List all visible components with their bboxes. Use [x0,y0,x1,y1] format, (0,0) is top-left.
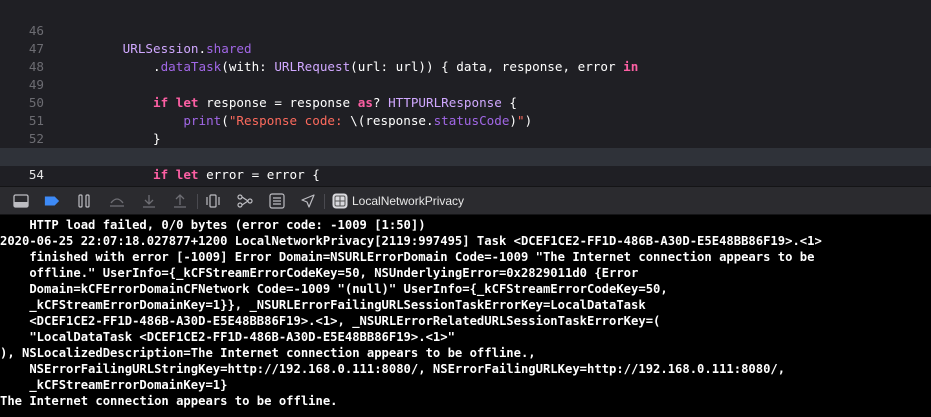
code-line[interactable]: 48 [0,40,931,74]
run-target-label[interactable]: LocalNetworkPrivacy [352,193,464,209]
code-line[interactable]: 49 if let response = response as? HTTPUR… [0,58,931,110]
console-line: The Internet connection appears to be of… [0,394,338,408]
environment-overrides-icon[interactable] [269,193,285,209]
code-line[interactable]: 55 } [0,166,931,186]
debug-view-hierarchy-icon[interactable] [205,193,221,209]
code-line[interactable]: 52 [0,112,931,146]
pause-icon[interactable] [76,193,92,209]
code-line[interactable]: 53 if let error = error { [0,130,931,182]
source-editor[interactable]: 46 URLSession.shared 47 .dataTask(with: … [0,0,931,186]
hide-debug-area-icon[interactable] [13,193,29,209]
console-line: _kCFStreamErrorDomainKey=1}}, _NSURLErro… [0,298,646,312]
debug-console[interactable]: HTTP load failed, 0/0 bytes (error code:… [0,215,931,417]
debug-bar: LocalNetworkPrivacy [0,186,931,215]
breakpoints-toggle-icon[interactable] [44,193,60,209]
code-line[interactable]: 46 URLSession.shared [0,4,931,56]
console-line: _kCFStreamErrorDomainKey=1} [0,378,228,392]
console-line: <DCEF1CE2-FF1D-486B-A30D-E5E48BB86F19>.<… [0,314,661,328]
debug-memory-graph-icon[interactable] [237,193,253,209]
console-line: finished with error [-1009] Error Domain… [0,250,815,264]
simulate-location-icon[interactable] [300,193,316,209]
console-line: HTTP load failed, 0/0 bytes (error code:… [0,218,426,232]
console-line: NSErrorFailingURLStringKey=http://192.16… [0,362,786,376]
code-line[interactable]: 50 print("Response code: \(response.stat… [0,76,931,128]
console-line: 2020-06-25 22:07:18.027877+1200 LocalNet… [0,234,822,248]
step-over-icon[interactable] [109,193,125,209]
console-line: Domain=kCFErrorDomainCFNetwork Code=-100… [0,282,668,296]
console-line: ), NSLocalizedDescription=The Internet c… [0,346,536,360]
step-out-icon[interactable] [172,193,188,209]
console-line: offline." UserInfo={_kCFStreamErrorCodeK… [0,266,639,280]
app-target-icon[interactable] [332,193,348,209]
code-line[interactable]: 51 } [0,94,931,146]
current-code-line[interactable]: 54 print(error.localizedDescription) [0,148,931,186]
step-into-icon[interactable] [141,193,157,209]
toolbar-separator [197,194,198,209]
toolbar-separator [324,194,325,209]
code-line[interactable]: 47 .dataTask(with: URLRequest(url: url))… [0,22,931,74]
console-line: "LocalDataTask <DCEF1CE2-FF1D-486B-A30D-… [0,330,455,344]
